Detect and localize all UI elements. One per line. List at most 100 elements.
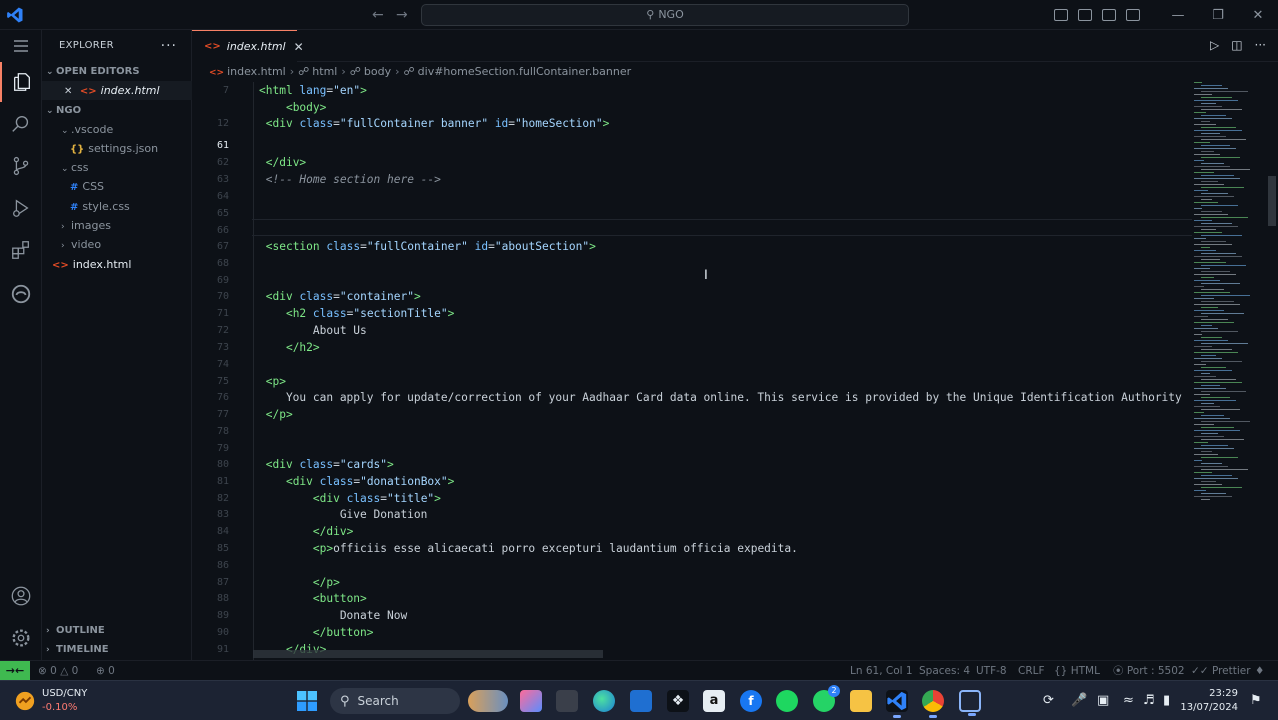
customize-layout-icon[interactable] <box>1126 9 1140 21</box>
tree-file[interactable]: {} settings.json <box>42 139 192 158</box>
open-editors-section[interactable]: ⌄ OPEN EDITORS <box>42 62 192 81</box>
code-line[interactable]: 86 <box>192 557 1192 574</box>
problems-indicator[interactable]: ⊗ 0 △ 0 <box>38 661 78 681</box>
toggle-secondary-sidebar-icon[interactable] <box>1102 9 1116 21</box>
amazon-icon[interactable]: a <box>703 690 725 712</box>
outline-section[interactable]: › OUTLINE <box>42 621 192 640</box>
code-line[interactable]: 78 <box>192 423 1192 440</box>
code-line[interactable]: 73 </h2> <box>192 339 1192 356</box>
microphone-icon[interactable]: 🎤 <box>1071 693 1087 708</box>
tree-file[interactable]: # CSS <box>42 177 192 196</box>
tree-file[interactable]: <> index.html <box>42 255 192 274</box>
notification-bell-icon[interactable]: ⚑ <box>1250 693 1262 708</box>
edge-browser-icon[interactable] <box>593 690 615 712</box>
menu-icon[interactable] <box>0 26 42 66</box>
tree-folder[interactable]: ⌄ .vscode <box>42 120 192 139</box>
maximize-button[interactable]: ❐ <box>1198 8 1238 23</box>
toggle-primary-sidebar-icon[interactable] <box>1054 9 1068 21</box>
code-line[interactable]: 81 <div class="donationBox"> <box>192 473 1192 490</box>
copilot-icon[interactable] <box>520 690 542 712</box>
file-explorer-icon[interactable] <box>850 690 872 712</box>
chrome-icon[interactable] <box>922 690 944 718</box>
code-line[interactable]: 65 <box>192 205 1192 222</box>
minimap[interactable] <box>1190 82 1268 522</box>
code-line[interactable]: 90 </button> <box>192 624 1192 641</box>
snipping-tool-icon[interactable] <box>959 690 981 716</box>
back-arrow-icon[interactable]: ← <box>372 7 384 23</box>
split-editor-icon[interactable]: ◫ <box>1231 38 1242 52</box>
account-icon[interactable] <box>0 576 42 616</box>
minimize-button[interactable]: — <box>1158 8 1198 23</box>
code-line[interactable]: 66 <box>192 222 1192 239</box>
ms-store-icon[interactable] <box>630 690 652 712</box>
widget-title[interactable]: USD/CNY <box>42 688 87 699</box>
battery-icon[interactable]: ▮ <box>1163 693 1170 708</box>
breadcrumb-item[interactable]: div#homeSection.fullContainer.banner <box>418 65 631 78</box>
code-line[interactable]: 83 Give Donation <box>192 506 1192 523</box>
timeline-section[interactable]: › TIMELINE <box>42 640 192 659</box>
project-folder-ngo[interactable]: ⌄ NGO <box>42 101 192 120</box>
code-line[interactable]: 85 <p>officiis esse alicaecati porro exc… <box>192 540 1192 557</box>
code-line[interactable]: 89 Donate Now <box>192 607 1192 624</box>
code-line[interactable]: 75 <p> <box>192 373 1192 390</box>
code-line[interactable]: 71 <h2 class="sectionTitle"> <box>192 305 1192 322</box>
tree-folder[interactable]: ⌄ css <box>42 158 192 177</box>
line-ending[interactable]: CRLF <box>1018 661 1045 681</box>
breadcrumb-item[interactable]: index.html <box>227 65 286 78</box>
notifications-bell-icon[interactable]: ♦ <box>1255 661 1264 681</box>
code-line[interactable]: 74 <box>192 356 1192 373</box>
more-actions-icon[interactable]: ··· <box>1255 38 1266 52</box>
code-line[interactable]: 67 <section class="fullContainer" id="ab… <box>192 238 1192 255</box>
wifi-icon[interactable]: ≈ <box>1123 693 1134 708</box>
extensions-icon[interactable] <box>0 230 42 270</box>
display-icon[interactable]: ▣ <box>1097 693 1109 708</box>
encoding[interactable]: UTF-8 <box>976 661 1007 681</box>
breadcrumb-item[interactable]: body <box>364 65 391 78</box>
ports-indicator[interactable]: ⊕ 0 <box>96 661 115 681</box>
source-control-icon[interactable] <box>0 146 42 186</box>
prettier-status[interactable]: ✓✓ Prettier <box>1191 661 1251 681</box>
code-line[interactable]: 63 <!-- Home section here --> <box>192 171 1192 188</box>
code-line[interactable]: 12 <div class="fullContainer banner" id=… <box>192 115 1192 132</box>
search-icon[interactable] <box>0 104 42 144</box>
whatsapp-icon[interactable]: 2 <box>813 685 840 712</box>
settings-gear-icon[interactable] <box>0 618 42 658</box>
close-icon[interactable]: ✕ <box>64 82 72 101</box>
cursor-position[interactable]: Ln 61, Col 1 <box>850 661 913 681</box>
tree-file[interactable]: # style.css <box>42 197 192 216</box>
command-center-search[interactable]: ⚲ NGO <box>421 4 909 26</box>
code-line[interactable]: 62 </div> <box>192 154 1192 171</box>
tab-index-html[interactable]: <> index.html ✕ <box>192 30 304 62</box>
live-server-port[interactable]: ⦿ Port : 5502 <box>1113 661 1185 681</box>
code-line[interactable]: <body> <box>192 99 1192 116</box>
horizontal-scrollbar[interactable] <box>253 650 603 658</box>
explorer-icon[interactable] <box>0 62 42 102</box>
run-debug-icon[interactable] <box>0 188 42 228</box>
code-line[interactable]: 79 <box>192 440 1192 457</box>
breadcrumb-item[interactable]: html <box>312 65 337 78</box>
volume-icon[interactable]: ♬ <box>1143 693 1155 708</box>
close-window-button[interactable]: ✕ <box>1238 8 1278 23</box>
tree-folder[interactable]: › video <box>42 235 192 254</box>
dropbox-icon[interactable]: ❖ <box>667 690 689 712</box>
tree-folder[interactable]: › images <box>42 216 192 235</box>
system-clock[interactable]: 23:29 13/07/2024 <box>1180 687 1238 715</box>
code-line[interactable]: 88 <button> <box>192 590 1192 607</box>
edge-devtools-icon[interactable] <box>0 274 42 314</box>
code-editor[interactable]: 7 <html lang="en"> <body> 12 <div class="f… <box>192 82 1192 660</box>
close-tab-icon[interactable]: ✕ <box>294 40 304 54</box>
code-line[interactable]: 77 </p> <box>192 406 1192 423</box>
more-actions-icon[interactable]: ··· <box>161 30 177 62</box>
code-line[interactable]: 76 You can apply for update/correction o… <box>192 389 1192 406</box>
search-highlight-icon[interactable] <box>468 690 508 712</box>
facebook-icon[interactable]: f <box>740 690 762 712</box>
code-line[interactable]: 64 <box>192 188 1192 205</box>
code-line[interactable]: 82 <div class="title"> <box>192 490 1192 507</box>
remote-icon[interactable]: →← <box>0 661 30 681</box>
code-line[interactable]: 80 <div class="cards"> <box>192 456 1192 473</box>
sync-icon[interactable]: ⟳ <box>1043 693 1054 708</box>
code-line[interactable]: 70 <div class="container"> <box>192 288 1192 305</box>
toggle-panel-icon[interactable] <box>1078 9 1092 21</box>
code-line[interactable]: 87 </p> <box>192 574 1192 591</box>
code-line[interactable]: 7 <html lang="en"> <box>192 82 1192 99</box>
